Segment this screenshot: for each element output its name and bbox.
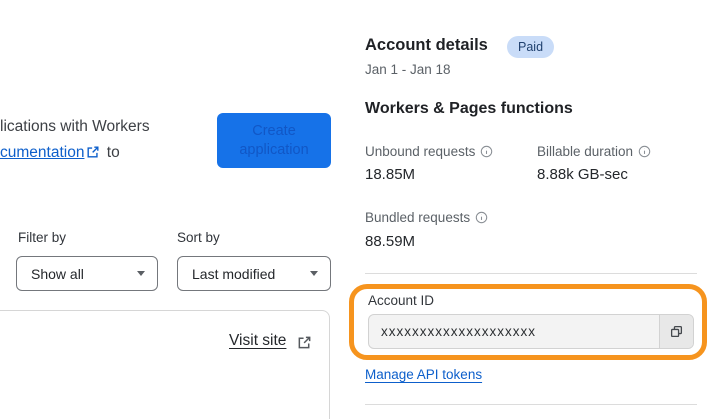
documentation-link[interactable]: cumentation	[0, 144, 84, 161]
account-id-field-group	[368, 314, 694, 349]
intro-line1: lications with Workers	[0, 118, 150, 135]
create-application-button[interactable]: Create application	[217, 113, 331, 168]
workers-pages-dashboard: lications with Workers cumentation to Cr…	[0, 0, 718, 419]
account-id-label: Account ID	[368, 293, 435, 308]
external-link-icon	[297, 335, 311, 349]
sort-by-label: Sort by	[177, 230, 220, 245]
chevron-down-icon	[137, 271, 145, 276]
billable-duration-value: 8.88k GB-sec	[537, 166, 628, 183]
filter-dropdown[interactable]: Show all	[16, 256, 158, 291]
external-link-icon	[86, 142, 100, 158]
intro-line2-suffix: to	[106, 144, 120, 161]
unbound-requests-value: 18.85M	[365, 166, 416, 183]
info-icon[interactable]	[638, 145, 651, 158]
manage-api-tokens-link[interactable]: Manage API tokens	[365, 367, 482, 382]
account-id-input[interactable]	[369, 315, 659, 348]
sort-dropdown-value: Last modified	[192, 265, 276, 282]
bundled-requests-label: Bundled requests	[365, 210, 488, 225]
filter-dropdown-value: Show all	[31, 265, 84, 282]
chevron-down-icon	[310, 271, 318, 276]
unbound-requests-label: Unbound requests	[365, 144, 493, 159]
project-card	[0, 310, 330, 419]
sort-dropdown[interactable]: Last modified	[177, 256, 331, 291]
copy-icon	[670, 325, 683, 338]
workers-pages-functions-title: Workers & Pages functions	[365, 100, 573, 117]
divider	[365, 273, 697, 274]
copy-button[interactable]	[659, 315, 693, 348]
info-icon[interactable]	[475, 211, 488, 224]
date-range: Jan 1 - Jan 18	[365, 62, 451, 77]
divider	[365, 404, 697, 405]
billable-duration-label: Billable duration	[537, 144, 651, 159]
bundled-requests-value: 88.59M	[365, 233, 416, 250]
info-icon[interactable]	[480, 145, 493, 158]
visit-site-link[interactable]: Visit site	[229, 332, 286, 350]
paid-badge: Paid	[507, 36, 555, 58]
filter-by-label: Filter by	[18, 230, 67, 245]
intro-text: lications with Workers cumentation to	[0, 114, 210, 166]
account-details-title: Account details	[365, 36, 488, 54]
